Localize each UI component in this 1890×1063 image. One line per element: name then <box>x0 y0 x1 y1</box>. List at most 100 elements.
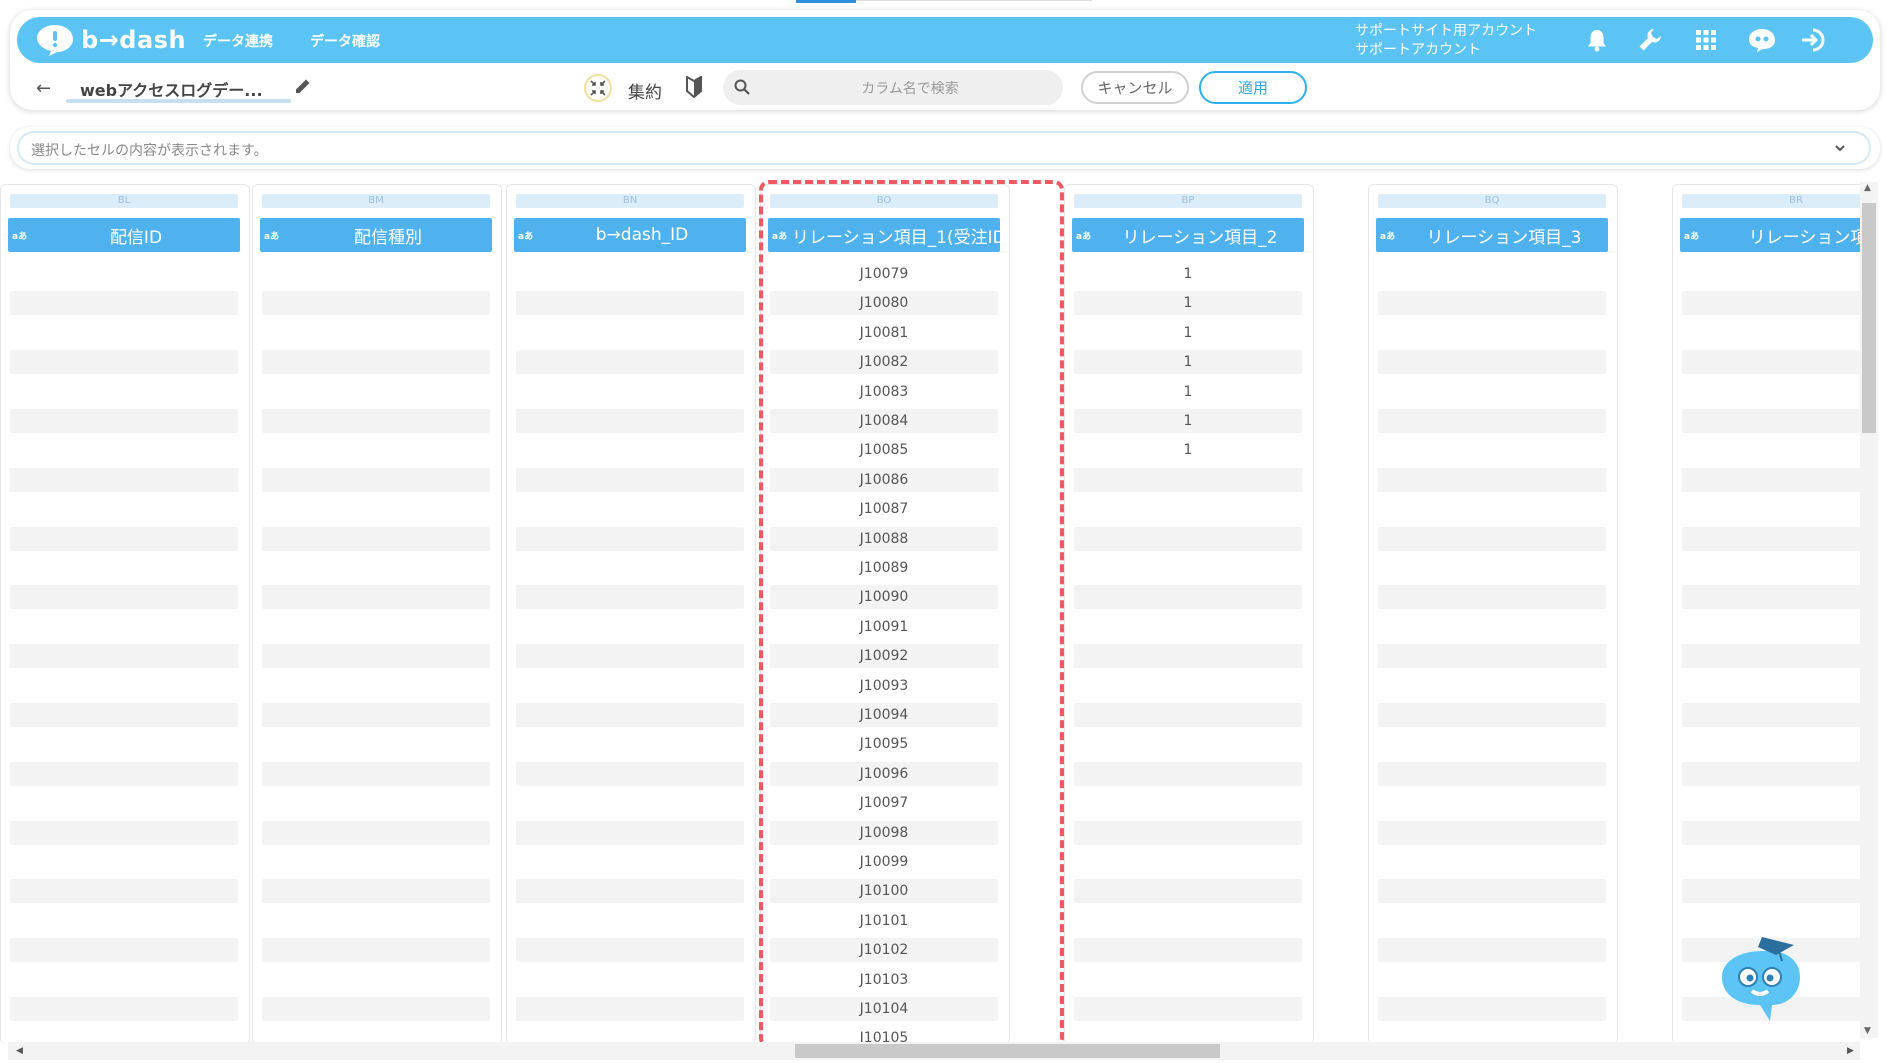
table-cell[interactable] <box>1378 674 1606 698</box>
table-cell[interactable] <box>10 791 238 815</box>
cancel-button[interactable]: キャンセル <box>1081 71 1189 104</box>
table-cell[interactable] <box>1378 879 1606 904</box>
table-cell[interactable] <box>1074 850 1302 874</box>
scroll-left-arrow-icon[interactable]: ◀ <box>16 1046 23 1056</box>
table-cell[interactable] <box>262 938 490 963</box>
column-letter[interactable]: BM <box>262 194 490 208</box>
table-cell[interactable] <box>1378 497 1606 521</box>
wrench-icon[interactable] <box>1635 26 1665 54</box>
table-cell[interactable] <box>10 350 238 375</box>
table-cell[interactable] <box>10 879 238 904</box>
table-cell[interactable] <box>262 850 490 874</box>
column-letter[interactable]: BO <box>770 194 998 208</box>
table-cell[interactable] <box>262 968 490 992</box>
table-cell[interactable] <box>516 761 744 786</box>
table-cell[interactable]: 1 <box>1074 380 1302 404</box>
table-cell[interactable] <box>516 938 744 963</box>
table-cell[interactable] <box>1074 615 1302 639</box>
table-cell[interactable] <box>1074 703 1302 727</box>
table-cell[interactable] <box>1682 291 1868 316</box>
table-cell[interactable] <box>262 438 490 462</box>
table-cell[interactable] <box>10 968 238 992</box>
table-cell[interactable] <box>262 703 490 727</box>
column-letter[interactable]: BP <box>1074 194 1302 208</box>
mascot-chat-icon[interactable] <box>1747 26 1777 54</box>
mascot-assistant-icon[interactable] <box>1712 925 1812 1029</box>
table-cell[interactable]: J10093 <box>770 674 998 698</box>
table-cell[interactable] <box>10 615 238 639</box>
scroll-right-arrow-icon[interactable]: ▶ <box>1847 1046 1854 1056</box>
table-cell[interactable] <box>1682 850 1868 874</box>
table-cell[interactable] <box>1074 791 1302 815</box>
table-cell[interactable] <box>1378 380 1606 404</box>
table-cell[interactable] <box>516 732 744 756</box>
table-cell[interactable] <box>516 820 744 845</box>
table-cell[interactable] <box>516 438 744 462</box>
table-cell[interactable] <box>1682 761 1868 786</box>
table-cell[interactable] <box>1378 909 1606 933</box>
table-cell[interactable] <box>1682 438 1868 462</box>
table-cell[interactable] <box>262 615 490 639</box>
table-cell[interactable] <box>516 321 744 345</box>
table-cell[interactable] <box>1074 968 1302 992</box>
table-cell[interactable] <box>1378 644 1606 669</box>
column-header[interactable]: aあ リレーション項目_1(受注ID) <box>768 218 1000 252</box>
table-cell[interactable]: 1 <box>1074 350 1302 375</box>
table-cell[interactable] <box>516 556 744 580</box>
table-cell[interactable] <box>516 850 744 874</box>
table-cell[interactable] <box>10 497 238 521</box>
table-cell[interactable]: 1 <box>1074 262 1302 286</box>
table-cell[interactable]: J10083 <box>770 380 998 404</box>
table-cell[interactable] <box>10 380 238 404</box>
table-cell[interactable] <box>516 879 744 904</box>
scroll-down-arrow-icon[interactable]: ▼ <box>1864 1026 1871 1036</box>
table-cell[interactable] <box>262 262 490 286</box>
table-cell[interactable] <box>262 674 490 698</box>
table-cell[interactable] <box>1378 467 1606 492</box>
table-cell[interactable] <box>262 732 490 756</box>
table-cell[interactable] <box>1378 350 1606 375</box>
table-cell[interactable]: J10085 <box>770 438 998 462</box>
column-header[interactable]: aあ 配信種別 <box>260 218 492 252</box>
table-cell[interactable] <box>516 409 744 433</box>
table-cell[interactable] <box>262 497 490 521</box>
table-cell[interactable] <box>516 467 744 492</box>
table-cell[interactable]: J10079 <box>770 262 998 286</box>
table-cell[interactable] <box>516 262 744 286</box>
table-cell[interactable] <box>516 380 744 404</box>
table-cell[interactable]: J10098 <box>770 820 998 845</box>
table-cell[interactable]: J10090 <box>770 585 998 610</box>
table-cell[interactable] <box>1378 291 1606 316</box>
table-cell[interactable] <box>262 321 490 345</box>
nav-item-data-integration[interactable]: データ連携 <box>203 31 273 51</box>
aggregate-label[interactable]: 集約 <box>628 78 662 103</box>
table-cell[interactable] <box>10 674 238 698</box>
column-header[interactable]: aあ リレーション項 <box>1680 218 1868 252</box>
table-cell[interactable] <box>10 850 238 874</box>
table-cell[interactable]: 1 <box>1074 291 1302 316</box>
table-cell[interactable] <box>1378 409 1606 433</box>
table-cell[interactable] <box>1682 820 1868 845</box>
table-cell[interactable] <box>1378 703 1606 727</box>
table-cell[interactable] <box>1378 321 1606 345</box>
table-cell[interactable]: J10095 <box>770 732 998 756</box>
table-cell[interactable] <box>262 879 490 904</box>
chevron-down-icon[interactable] <box>1833 140 1847 159</box>
table-cell[interactable] <box>10 321 238 345</box>
table-cell[interactable]: J10100 <box>770 879 998 904</box>
table-cell[interactable] <box>10 556 238 580</box>
table-cell[interactable] <box>10 291 238 316</box>
table-cell[interactable] <box>262 526 490 551</box>
aggregate-icon[interactable] <box>584 74 612 102</box>
table-cell[interactable] <box>1074 732 1302 756</box>
column-header[interactable]: aあ リレーション項目_2 <box>1072 218 1304 252</box>
table-cell[interactable] <box>10 585 238 610</box>
app-logo[interactable]: b→dash <box>35 23 186 57</box>
table-cell[interactable] <box>1378 262 1606 286</box>
table-cell[interactable] <box>516 703 744 727</box>
table-cell[interactable] <box>1378 997 1606 1021</box>
table-cell[interactable]: 1 <box>1074 321 1302 345</box>
table-cell[interactable]: J10081 <box>770 321 998 345</box>
table-cell[interactable]: J10097 <box>770 791 998 815</box>
table-cell[interactable] <box>1682 879 1868 904</box>
